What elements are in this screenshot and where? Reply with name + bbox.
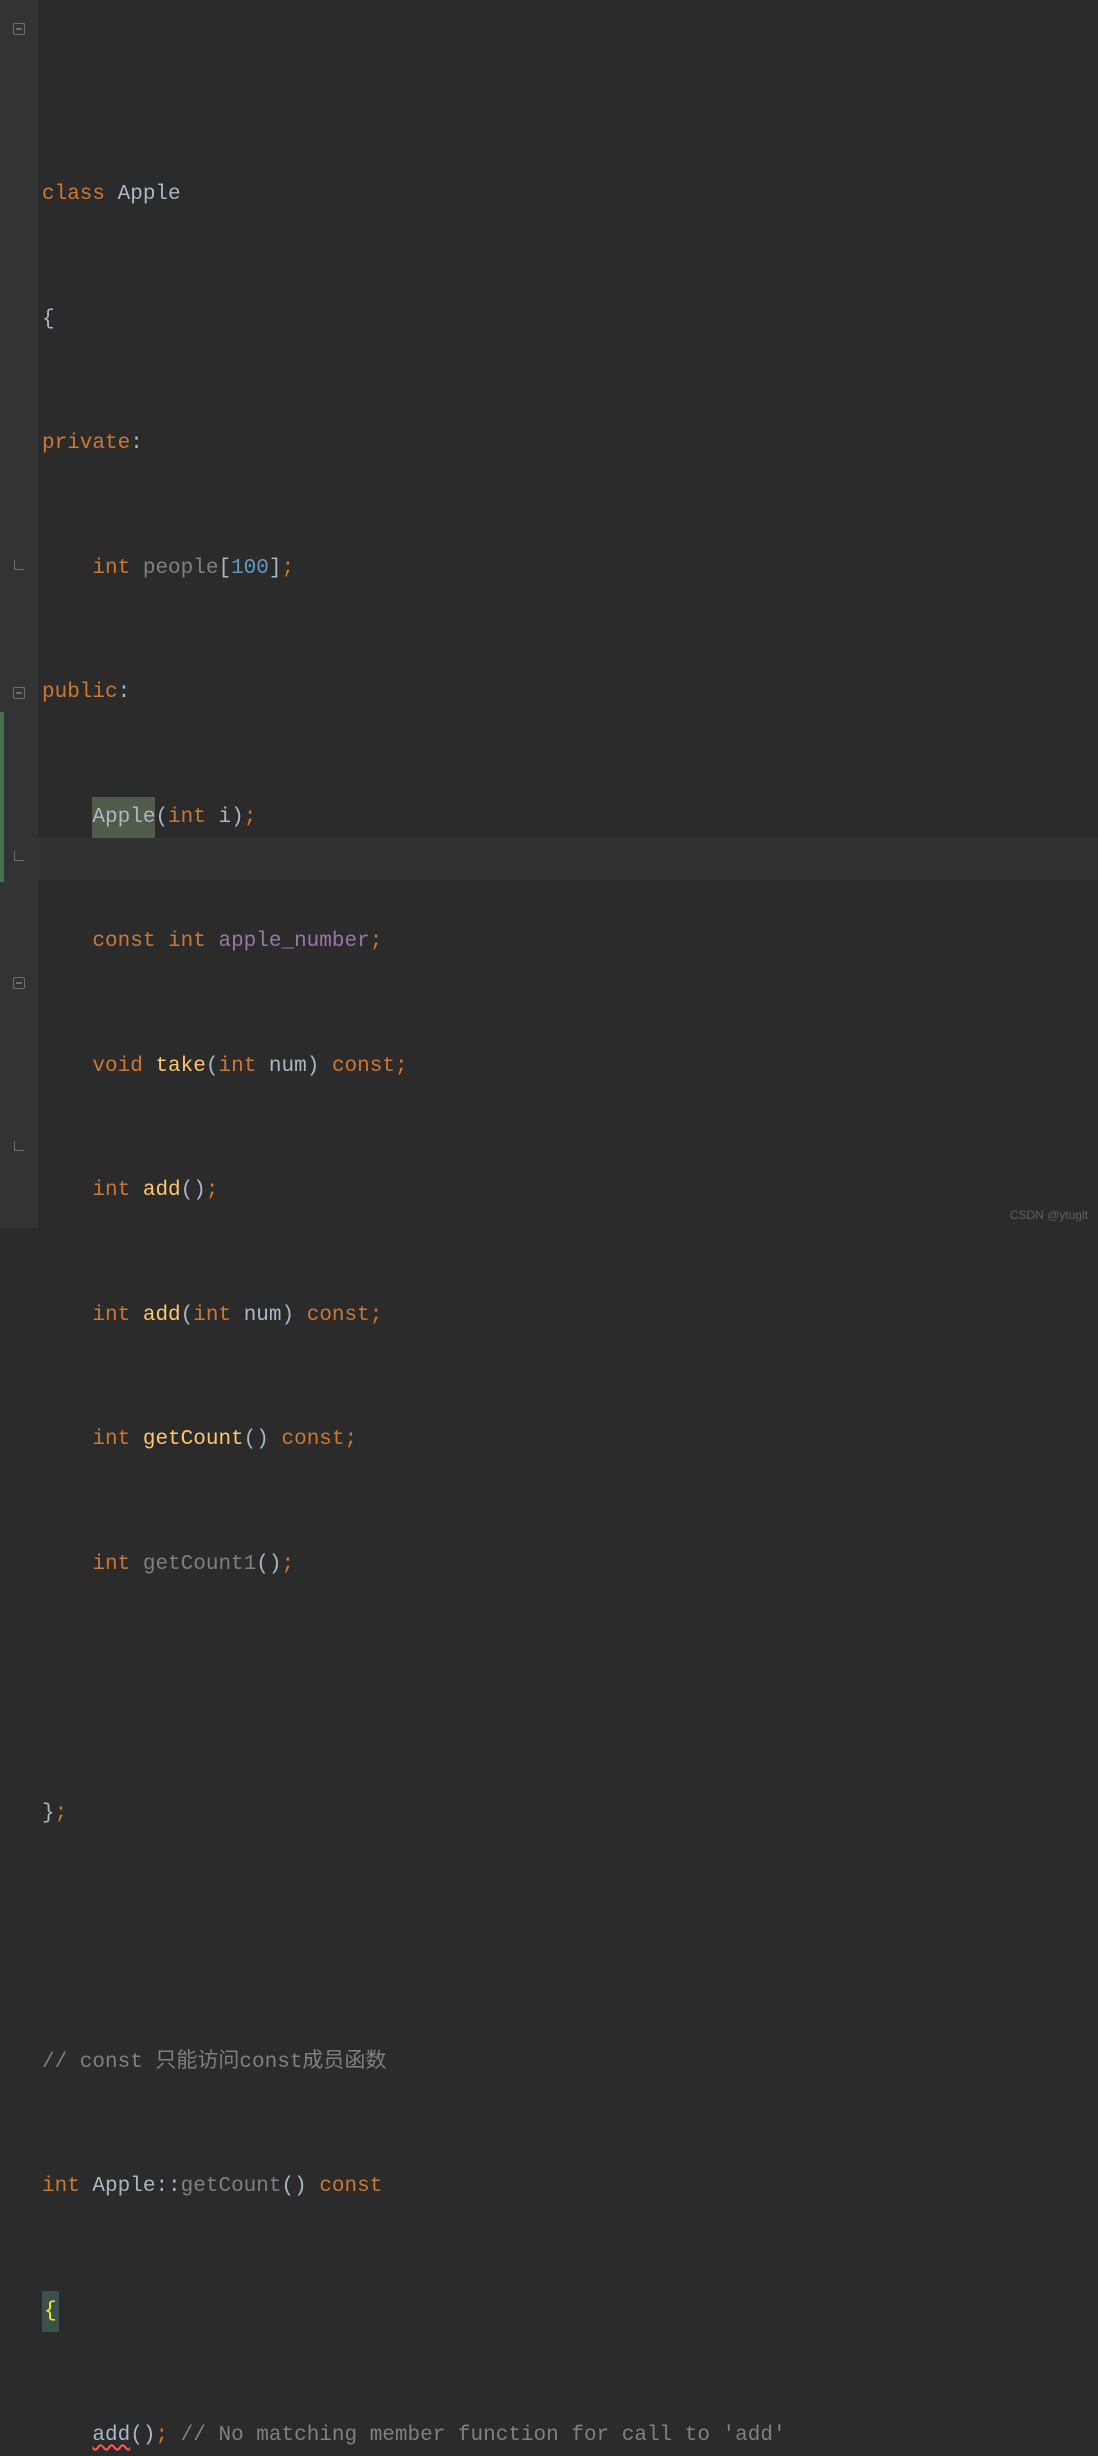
code-line[interactable]: add(); // No matching member function fo… xyxy=(38,2415,1098,2456)
code-line[interactable]: void take(int num) const; xyxy=(38,1046,1098,1088)
code-line[interactable]: }; xyxy=(38,1793,1098,1835)
code-line[interactable]: int people[100]; xyxy=(38,548,1098,590)
highlighted-symbol: Apple xyxy=(92,797,155,839)
matched-brace: { xyxy=(42,2291,59,2333)
fold-icon[interactable] xyxy=(13,977,25,989)
fold-end-icon xyxy=(14,1141,24,1151)
code-line[interactable]: public: xyxy=(38,672,1098,714)
fold-icon[interactable] xyxy=(13,23,25,35)
code-area[interactable]: class Apple { private: int people[100]; … xyxy=(38,0,1098,1228)
code-line[interactable]: const int apple_number; xyxy=(38,921,1098,963)
code-line[interactable]: Apple(int i); xyxy=(38,797,1098,839)
watermark: CSDN @ytuglt xyxy=(1010,1208,1088,1222)
fold-end-icon xyxy=(14,560,24,570)
code-line[interactable] xyxy=(38,1917,1098,1959)
code-editor[interactable]: class Apple { private: int people[100]; … xyxy=(0,0,1098,1228)
code-line[interactable]: int add(int num) const; xyxy=(38,1295,1098,1337)
code-line[interactable]: int getCount1(); xyxy=(38,1544,1098,1586)
code-line[interactable]: private: xyxy=(38,423,1098,465)
code-line[interactable]: class Apple xyxy=(38,174,1098,216)
code-line[interactable]: int getCount() const; xyxy=(38,1419,1098,1461)
code-line[interactable]: // const 只能访问const成员函数 xyxy=(38,2042,1098,2084)
code-line[interactable]: { xyxy=(38,2291,1098,2333)
code-line[interactable]: int Apple::getCount() const xyxy=(38,2166,1098,2208)
code-line[interactable] xyxy=(38,1668,1098,1710)
error-token: add xyxy=(92,2415,130,2456)
vcs-change-stripe xyxy=(0,712,4,882)
current-line-highlight xyxy=(38,838,1098,880)
fold-end-icon xyxy=(14,851,24,861)
gutter xyxy=(0,0,38,1228)
code-line[interactable]: int add(); xyxy=(38,1170,1098,1212)
code-line[interactable]: { xyxy=(38,299,1098,341)
fold-icon[interactable] xyxy=(13,687,25,699)
